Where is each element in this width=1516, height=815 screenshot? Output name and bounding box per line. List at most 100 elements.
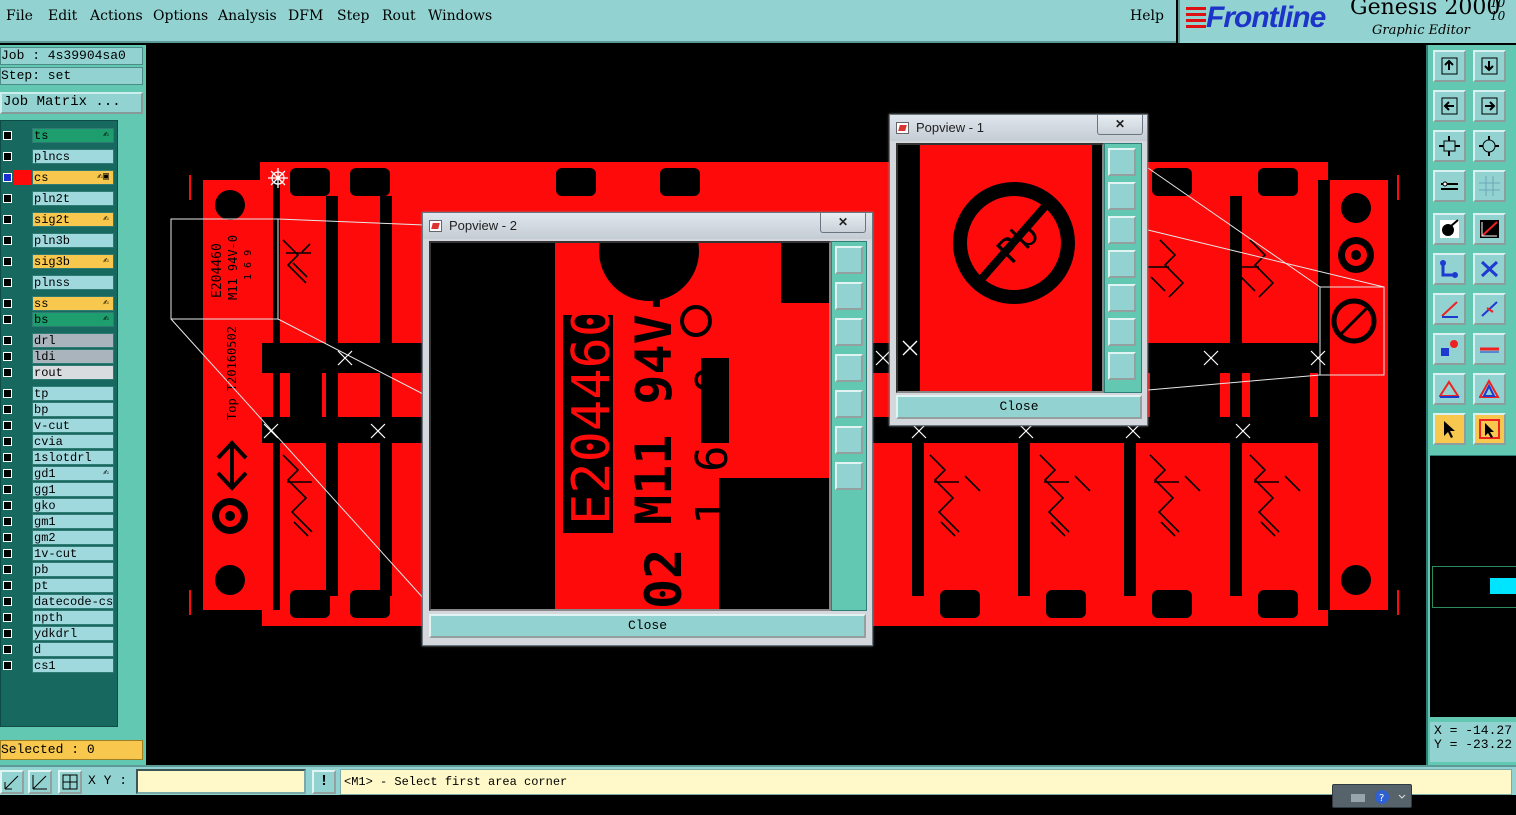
layer-row-pt[interactable]: pt <box>1 578 117 593</box>
layer-name[interactable]: plnss <box>32 275 114 290</box>
layer-name[interactable]: pt <box>32 578 114 593</box>
pan-left-icon[interactable] <box>1108 250 1136 278</box>
layer-name[interactable]: gm1 <box>32 514 114 529</box>
pan-left-icon[interactable] <box>835 354 863 382</box>
layer-visibility-checkbox[interactable] <box>3 549 12 558</box>
layer-name[interactable]: sig3b ✍ <box>32 254 114 269</box>
layer-visibility-checkbox[interactable] <box>3 421 12 430</box>
menu-rout[interactable]: Rout <box>382 8 416 24</box>
layer-name[interactable]: npth <box>32 610 114 625</box>
layer-color-swatch[interactable] <box>14 349 31 364</box>
line-tool-icon[interactable] <box>1433 293 1466 325</box>
layer-row-gm2[interactable]: gm2 <box>1 530 117 545</box>
layer-row-sig3b[interactable]: sig3b ✍ <box>1 254 117 269</box>
layer-row-v-cut[interactable]: v-cut <box>1 418 117 433</box>
layer-visibility-checkbox[interactable] <box>3 405 12 414</box>
layer-color-swatch[interactable] <box>14 386 31 401</box>
layer-color-swatch[interactable] <box>14 578 31 593</box>
menu-help[interactable]: Help <box>1130 8 1164 24</box>
layer-visibility-checkbox[interactable] <box>3 517 12 526</box>
layer-name[interactable]: bp <box>32 402 114 417</box>
layer-row-gm1[interactable]: gm1 <box>1 514 117 529</box>
layer-visibility-checkbox[interactable] <box>3 236 12 245</box>
layer-color-swatch[interactable] <box>14 434 31 449</box>
alert-button[interactable]: ! <box>312 770 336 794</box>
pan-right-icon[interactable] <box>835 390 863 418</box>
layer-color-swatch[interactable] <box>14 546 31 561</box>
layer-row-pln2t[interactable]: pln2t <box>1 191 117 206</box>
chevron-down-icon[interactable] <box>1398 794 1406 799</box>
layer-row-plncs[interactable]: plncs <box>1 149 117 164</box>
layer-color-swatch[interactable] <box>14 233 31 248</box>
zoom-window-icon[interactable] <box>0 770 24 794</box>
layer-row-cvia[interactable]: cvia <box>1 434 117 449</box>
menu-actions[interactable]: Actions <box>90 8 143 24</box>
layer-visibility-checkbox[interactable] <box>3 533 12 542</box>
layer-name[interactable]: 1slotdrl <box>32 450 114 465</box>
menu-file[interactable]: File <box>6 8 33 24</box>
pan-up-icon[interactable] <box>835 282 863 310</box>
layer-visibility-checkbox[interactable] <box>3 629 12 638</box>
layer-row-ydkdrl[interactable]: ydkdrl <box>1 626 117 641</box>
layer-color-swatch[interactable] <box>14 170 31 185</box>
menu-analysis[interactable]: Analysis <box>218 8 277 24</box>
pan-down-icon[interactable] <box>1108 216 1136 244</box>
layer-visibility-checkbox[interactable] <box>3 469 12 478</box>
layer-visibility-checkbox[interactable] <box>3 485 12 494</box>
layer-color-swatch[interactable] <box>14 482 31 497</box>
layer-visibility-checkbox[interactable] <box>3 645 12 654</box>
horizontal-line-icon[interactable] <box>1473 333 1506 365</box>
keyboard-icon[interactable] <box>1351 794 1365 802</box>
layer-visibility-checkbox[interactable] <box>3 389 12 398</box>
layer-visibility-checkbox[interactable] <box>3 194 12 203</box>
layer-color-swatch[interactable] <box>14 191 31 206</box>
layer-row-drl[interactable]: drl <box>1 333 117 348</box>
layer-color-swatch[interactable] <box>14 254 31 269</box>
menu-step[interactable]: Step <box>337 8 369 24</box>
layer-visibility-checkbox[interactable] <box>3 613 12 622</box>
zoom-fit-icon[interactable] <box>1108 148 1136 176</box>
layer-name[interactable]: ldi <box>32 349 114 364</box>
layer-visibility-checkbox[interactable] <box>3 299 12 308</box>
layer-visibility-checkbox[interactable] <box>3 597 12 606</box>
layer-row-cs[interactable]: cs ✍▣ <box>1 170 117 185</box>
layer-row-tp[interactable]: tp <box>1 386 117 401</box>
popview-1-close-button[interactable]: Close <box>896 395 1142 419</box>
layer-visibility-checkbox[interactable] <box>3 315 12 324</box>
move-right-icon[interactable] <box>1473 90 1506 122</box>
layer-visibility-checkbox[interactable] <box>3 565 12 574</box>
zoom-in-icon[interactable] <box>835 426 863 454</box>
layer-name[interactable]: ts ✍ <box>32 128 114 143</box>
layer-color-swatch[interactable] <box>14 275 31 290</box>
layer-name[interactable]: gd1 ✍ <box>32 466 114 481</box>
zoom-out-icon[interactable] <box>1108 352 1136 380</box>
layer-name[interactable]: pln2t <box>32 191 114 206</box>
layer-color-swatch[interactable] <box>14 365 31 380</box>
snap-angle-icon[interactable] <box>28 770 52 794</box>
layer-row-rout[interactable]: rout <box>1 365 117 380</box>
layer-row-d[interactable]: d <box>1 642 117 657</box>
layer-row-gg1[interactable]: gg1 <box>1 482 117 497</box>
layer-row-plnss[interactable]: plnss <box>1 275 117 290</box>
move-up-icon[interactable] <box>1433 50 1466 82</box>
popview-2-close-button[interactable]: Close <box>429 614 866 638</box>
measure-tool-icon[interactable] <box>1433 170 1466 202</box>
layer-name[interactable]: gko <box>32 498 114 513</box>
layer-row-cs1[interactable]: cs1 <box>1 658 117 673</box>
layer-row-pln3b[interactable]: pln3b <box>1 233 117 248</box>
pan-up-icon[interactable] <box>1108 182 1136 210</box>
layer-name[interactable]: pln3b <box>32 233 114 248</box>
layer-name[interactable]: cs1 <box>32 658 114 673</box>
node-icon[interactable] <box>1433 253 1466 285</box>
layer-color-swatch[interactable] <box>14 642 31 657</box>
layer-row-pb[interactable]: pb <box>1 562 117 577</box>
layer-row-ldi[interactable]: ldi <box>1 349 117 364</box>
layer-name[interactable]: 1v-cut <box>32 546 114 561</box>
layer-color-swatch[interactable] <box>14 296 31 311</box>
menu-options[interactable]: Options <box>153 8 208 24</box>
layer-color-swatch[interactable] <box>14 498 31 513</box>
layer-visibility-checkbox[interactable] <box>3 368 12 377</box>
layer-row-sig2t[interactable]: sig2t ✍ <box>1 212 117 227</box>
layer-visibility-checkbox[interactable] <box>3 215 12 224</box>
layer-color-swatch[interactable] <box>14 594 31 609</box>
